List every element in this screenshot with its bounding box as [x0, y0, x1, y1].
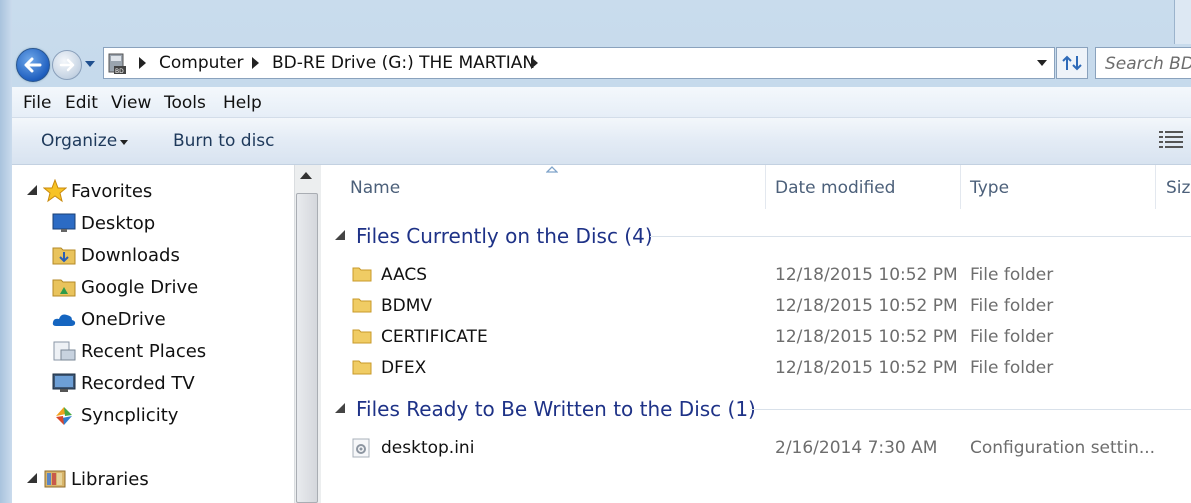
scrollbar-thumb[interactable] — [296, 193, 318, 503]
file-type: Configuration settin... — [970, 438, 1156, 458]
organize-button[interactable]: Organize — [41, 131, 117, 151]
file-name[interactable]: DFEX — [381, 358, 426, 378]
favorites-label[interactable]: Favorites — [71, 181, 152, 202]
file-type: File folder — [970, 327, 1054, 347]
menu-tools[interactable]: Tools — [164, 93, 206, 113]
window-top-border — [1174, 0, 1191, 44]
libraries-icon — [44, 470, 66, 488]
libraries-label[interactable]: Libraries — [71, 469, 149, 490]
menu-help[interactable]: Help — [223, 93, 262, 113]
address-bar[interactable] — [103, 47, 1055, 79]
burn-to-disc-button[interactable]: Burn to disc — [173, 131, 275, 151]
file-name[interactable]: CERTIFICATE — [381, 327, 488, 347]
file-type: File folder — [970, 358, 1054, 378]
forward-arrow-icon — [59, 58, 75, 72]
file-date: 12/18/2015 10:52 PM — [775, 296, 958, 316]
folder-icon — [352, 360, 372, 375]
onedrive-cloud-icon — [52, 314, 76, 326]
folder-icon — [352, 267, 372, 282]
group-divider — [650, 236, 1191, 237]
breadcrumb-separator-icon[interactable] — [139, 57, 146, 69]
file-date: 2/16/2014 7:30 AM — [775, 438, 938, 458]
sort-ascending-icon — [546, 166, 558, 173]
downloads-icon — [52, 247, 76, 265]
column-header-type[interactable]: Type — [970, 178, 1009, 198]
recorded-tv-icon — [52, 373, 76, 392]
collapse-group-icon[interactable] — [334, 229, 346, 241]
menu-edit[interactable]: Edit — [65, 93, 98, 113]
file-name[interactable]: BDMV — [381, 296, 432, 316]
window-border — [0, 0, 12, 503]
breadcrumb-computer[interactable]: Computer — [159, 53, 244, 73]
nav-item-recorded-tv[interactable]: Recorded TV — [81, 373, 195, 394]
recent-places-icon — [53, 341, 76, 361]
refresh-button[interactable] — [1056, 47, 1088, 79]
nav-item-syncplicity[interactable]: Syncplicity — [81, 405, 178, 426]
google-drive-icon — [52, 279, 76, 297]
bd-drive-icon: BD — [108, 53, 126, 75]
address-dropdown-icon[interactable] — [1036, 58, 1048, 68]
desktop-icon — [52, 213, 76, 232]
file-type: File folder — [970, 265, 1054, 285]
nav-item-onedrive[interactable]: OneDrive — [81, 309, 166, 330]
folder-icon — [352, 298, 372, 313]
file-name[interactable]: AACS — [381, 265, 427, 285]
column-header-date-modified[interactable]: Date modified — [775, 178, 895, 198]
nav-item-desktop[interactable]: Desktop — [81, 213, 155, 234]
refresh-icon — [1062, 55, 1082, 71]
group-header-current-files[interactable]: Files Currently on the Disc (4) — [356, 224, 653, 248]
breadcrumb-separator-icon[interactable] — [531, 57, 538, 69]
menu-view[interactable]: View — [111, 93, 151, 113]
menu-file[interactable]: File — [23, 93, 51, 113]
svg-text:BD: BD — [115, 68, 124, 75]
organize-dropdown-icon[interactable] — [119, 138, 129, 146]
forward-button[interactable] — [52, 50, 82, 80]
scroll-up-icon[interactable] — [300, 172, 312, 179]
favorites-star-icon — [43, 179, 67, 203]
collapse-group-icon[interactable] — [334, 402, 346, 414]
breadcrumb-drive[interactable]: BD-RE Drive (G:) THE MARTIAN — [272, 53, 535, 73]
file-date: 12/18/2015 10:52 PM — [775, 265, 958, 285]
view-options-icon[interactable] — [1159, 130, 1183, 150]
column-header-name[interactable]: Name — [350, 178, 400, 198]
nav-item-downloads[interactable]: Downloads — [81, 245, 180, 266]
column-header-size[interactable]: Size — [1166, 178, 1191, 198]
column-divider[interactable] — [1155, 165, 1156, 209]
file-date: 12/18/2015 10:52 PM — [775, 327, 958, 347]
file-name[interactable]: desktop.ini — [381, 438, 474, 458]
settings-file-icon — [352, 438, 370, 458]
group-divider — [750, 409, 1191, 410]
syncplicity-icon — [56, 407, 72, 425]
search-input[interactable]: Search BD- — [1095, 47, 1191, 79]
recent-pages-dropdown-icon[interactable] — [84, 58, 96, 70]
nav-item-recent-places[interactable]: Recent Places — [81, 341, 206, 362]
collapse-favorites-icon[interactable] — [26, 184, 38, 196]
column-divider[interactable] — [765, 165, 766, 209]
group-header-files-to-write[interactable]: Files Ready to Be Written to the Disc (1… — [356, 397, 756, 421]
file-date: 12/18/2015 10:52 PM — [775, 358, 958, 378]
back-arrow-icon — [24, 57, 42, 73]
column-divider[interactable] — [960, 165, 961, 209]
collapse-libraries-icon[interactable] — [26, 472, 38, 484]
breadcrumb-separator-icon[interactable] — [252, 57, 259, 69]
back-button[interactable] — [16, 48, 50, 82]
search-placeholder: Search BD- — [1105, 54, 1191, 74]
folder-icon — [352, 329, 372, 344]
file-type: File folder — [970, 296, 1054, 316]
nav-item-google-drive[interactable]: Google Drive — [81, 277, 198, 298]
